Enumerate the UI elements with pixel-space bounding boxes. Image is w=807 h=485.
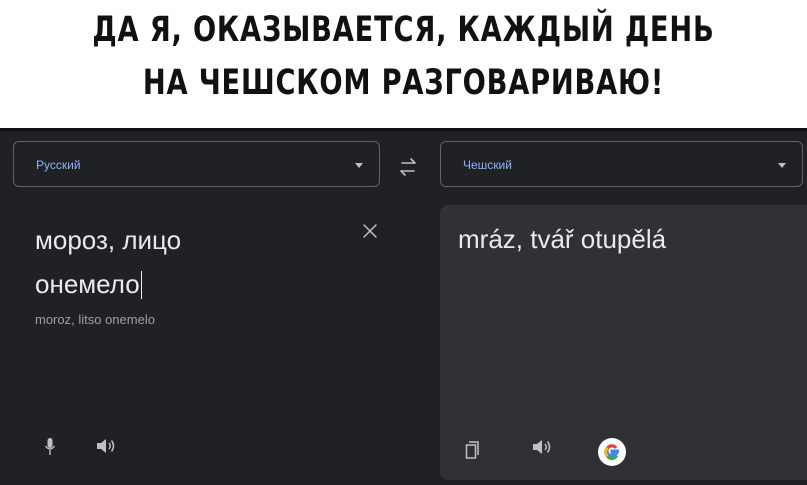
source-language-select[interactable]: Русский bbox=[13, 141, 380, 187]
target-language-select[interactable]: Чешский bbox=[440, 141, 803, 187]
source-text-input[interactable]: мороз, лицо онемело bbox=[35, 218, 335, 306]
chevron-down-icon bbox=[355, 163, 363, 168]
close-icon[interactable] bbox=[361, 222, 379, 240]
caption-line-1: ДА Я, ОКАЗЫВАЕТСЯ, КАЖДЫЙ ДЕНЬ bbox=[92, 10, 715, 50]
speaker-icon[interactable] bbox=[95, 437, 117, 455]
microphone-icon[interactable] bbox=[43, 437, 57, 457]
text-cursor bbox=[140, 271, 142, 299]
caption-line-2: НА ЧЕШСКОМ РАЗГОВАРИВАЮ! bbox=[142, 63, 665, 103]
translated-text: mráz, tvář otupělá bbox=[458, 224, 667, 254]
meme-caption: ДА Я, ОКАЗЫВАЕТСЯ, КАЖДЫЙ ДЕНЬ НА ЧЕШСКО… bbox=[0, 0, 807, 128]
speaker-icon[interactable] bbox=[531, 438, 553, 456]
target-language-label: Чешский bbox=[463, 158, 512, 172]
google-logo-icon[interactable] bbox=[597, 437, 627, 467]
chevron-down-icon bbox=[778, 163, 786, 168]
source-text-line-2: онемело bbox=[35, 269, 140, 299]
copy-icon[interactable] bbox=[465, 440, 481, 460]
source-language-label: Русский bbox=[36, 158, 81, 172]
swap-languages-icon[interactable] bbox=[393, 155, 423, 179]
transliteration: moroz, litso onemelo bbox=[35, 312, 155, 327]
divider bbox=[0, 128, 807, 131]
source-text-line-1: мороз, лицо bbox=[35, 225, 182, 255]
